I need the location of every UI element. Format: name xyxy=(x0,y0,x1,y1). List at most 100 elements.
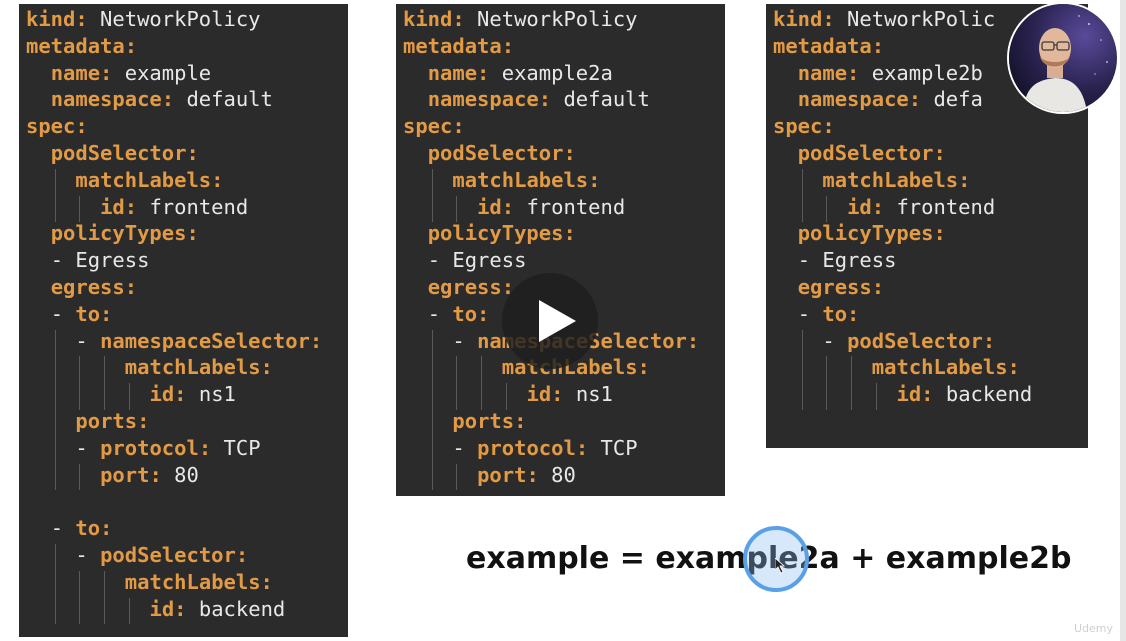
yaml-panel-example: kind: NetworkPolicy metadata: name: exampl… xyxy=(19,4,348,637)
indent-guide xyxy=(851,383,853,410)
yaml-dash: - xyxy=(75,543,101,567)
yaml-value: TCP xyxy=(588,435,638,460)
yaml-key: egress: xyxy=(50,275,138,299)
yaml-value: NetworkPolicy xyxy=(464,7,638,31)
yaml-key: id: xyxy=(526,382,564,407)
yaml-dash: - xyxy=(50,516,76,541)
yaml-key: name: xyxy=(797,60,860,85)
yaml-key: kind: xyxy=(26,7,88,31)
yaml-line: - to: xyxy=(798,301,860,327)
yaml-value: frontend xyxy=(884,194,996,219)
yaml-key: port: xyxy=(100,462,162,487)
yaml-line: egress: xyxy=(51,274,137,300)
yaml-value: NetworkPolic xyxy=(834,7,996,31)
indent-guide xyxy=(104,356,106,384)
indent-guide xyxy=(54,463,56,491)
yaml-value: default xyxy=(551,87,650,112)
indent-guide xyxy=(851,356,853,384)
yaml-line: name: example xyxy=(51,60,211,86)
indent-guide xyxy=(505,383,507,410)
yaml-dash: - xyxy=(427,301,453,326)
indent-guide xyxy=(801,168,803,196)
indent-guide xyxy=(104,570,106,598)
yaml-key: metadata: xyxy=(26,33,138,58)
yaml-line: matchLabels: xyxy=(452,167,600,193)
yaml-value: ns1 xyxy=(563,382,613,407)
yaml-key: id: xyxy=(477,194,515,219)
indent-guide xyxy=(431,410,433,437)
yaml-line: id: backend xyxy=(897,381,1033,407)
yaml-line: - Egress xyxy=(51,247,150,273)
indent-guide xyxy=(431,383,433,410)
yaml-key: namespace: xyxy=(50,87,175,112)
yaml-value: backend xyxy=(933,382,1033,407)
indent-guide xyxy=(481,383,483,410)
indent-guide xyxy=(801,329,803,357)
yaml-key: id: xyxy=(149,382,187,407)
yaml-key: metadata: xyxy=(403,33,515,58)
yaml-value: frontend xyxy=(514,194,626,219)
indent-guide xyxy=(54,383,56,410)
yaml-key: id: xyxy=(100,194,138,219)
yaml-panel-example2a: kind: NetworkPolicy metadata: name: exampl… xyxy=(396,4,725,496)
yaml-key: ports: xyxy=(75,409,150,433)
yaml-dash: - xyxy=(822,328,848,353)
yaml-line: port: 80 xyxy=(100,462,199,488)
yaml-key: policyTypes: xyxy=(50,221,199,246)
yaml-line: port: 80 xyxy=(477,462,576,488)
yaml-value: example2a xyxy=(489,60,613,85)
yaml-line: - Egress xyxy=(798,247,897,273)
yaml-dash: - xyxy=(75,435,101,460)
yaml-key: podSelector: xyxy=(797,141,946,165)
yaml-key: kind: xyxy=(403,7,465,31)
indent-guide xyxy=(431,168,433,196)
yaml-line: id: frontend xyxy=(477,194,625,220)
indent-guide xyxy=(54,597,56,625)
indent-guide xyxy=(104,383,106,410)
yaml-key: kind: xyxy=(773,7,835,31)
indent-guide xyxy=(79,597,81,625)
yaml-value: - Egress xyxy=(427,248,527,273)
yaml-line: spec: xyxy=(773,113,835,139)
indent-guide xyxy=(826,195,828,223)
yaml-line: name: example2b xyxy=(798,60,983,86)
yaml-line: - podSelector: xyxy=(75,542,248,568)
yaml-key: protocol: xyxy=(477,435,589,460)
yaml-key: matchLabels: xyxy=(124,355,273,380)
play-button[interactable] xyxy=(502,273,598,369)
indent-guide xyxy=(54,544,56,571)
yaml-key: podSelector: xyxy=(427,141,576,165)
indent-guide xyxy=(456,463,458,491)
yaml-value: 80 xyxy=(161,462,199,487)
yaml-key: matchLabels: xyxy=(124,569,273,594)
indent-guide xyxy=(826,356,828,384)
yaml-line: namespace: default xyxy=(428,86,650,112)
yaml-key: id: xyxy=(149,596,187,621)
yaml-value: - Egress xyxy=(797,248,897,273)
yaml-line: id: frontend xyxy=(100,194,248,220)
yaml-line: namespace: default xyxy=(51,86,273,112)
indent-guide xyxy=(54,329,56,357)
indent-guide xyxy=(456,383,458,410)
yaml-line: policyTypes: xyxy=(798,220,946,246)
yaml-line: matchLabels: xyxy=(872,354,1020,380)
indent-guide xyxy=(54,410,56,437)
yaml-line: - namespaceSelector: xyxy=(75,328,322,354)
yaml-key: namespace: xyxy=(427,87,552,112)
yaml-dash: - xyxy=(50,301,76,326)
yaml-key: name: xyxy=(50,60,113,85)
indent-guide xyxy=(801,383,803,410)
yaml-line: podSelector: xyxy=(428,140,576,166)
video-frame: kind: NetworkPolicy metadata: name: exampl… xyxy=(0,0,1126,641)
yaml-key: egress: xyxy=(797,275,885,299)
indent-guide xyxy=(79,195,81,223)
indent-guide xyxy=(79,463,81,491)
yaml-line: namespace: defa xyxy=(798,86,983,112)
yaml-value: ns1 xyxy=(186,382,236,407)
yaml-dash: - xyxy=(797,301,823,326)
yaml-key: policyTypes: xyxy=(797,221,946,246)
indent-guide xyxy=(431,463,433,491)
yaml-line: - to: xyxy=(428,301,490,327)
indent-guide xyxy=(79,570,81,598)
play-icon xyxy=(539,300,576,342)
